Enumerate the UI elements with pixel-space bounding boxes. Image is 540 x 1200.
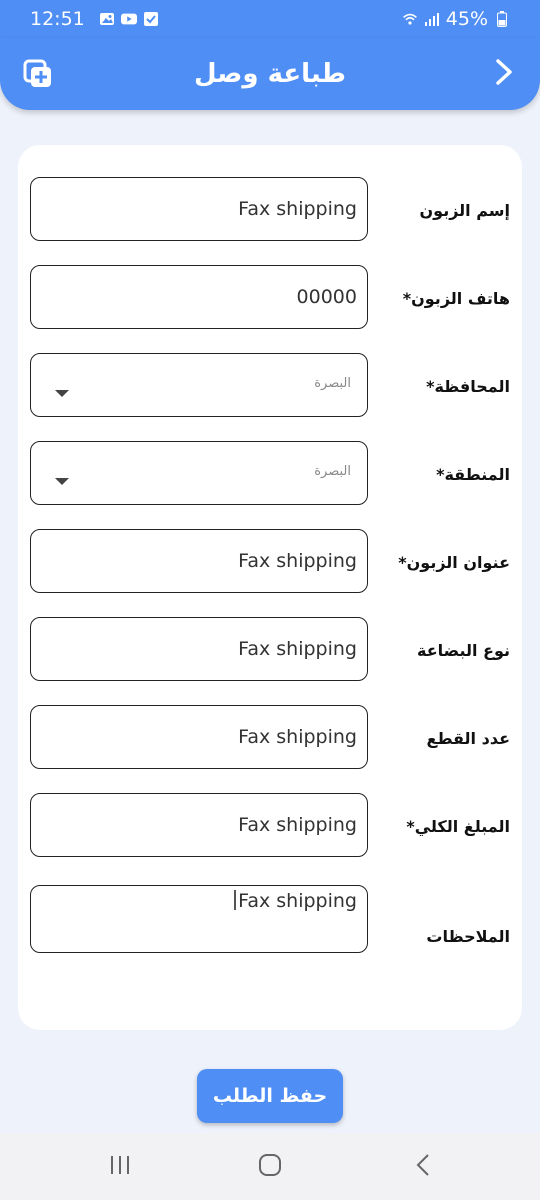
status-left: 12:51 — [30, 8, 159, 30]
battery-icon — [494, 11, 510, 27]
dropdown-arrow-icon — [55, 390, 69, 397]
system-back-button[interactable] — [404, 1151, 444, 1183]
status-bar: 12:51 45% — [0, 0, 540, 38]
goods-type-input[interactable]: Fax shipping — [30, 617, 368, 681]
field-customer-address: Fax shipping عنوان الزبون* — [18, 529, 522, 595]
back-icon — [414, 1153, 434, 1181]
check-box-icon — [143, 11, 159, 27]
recent-apps-button[interactable] — [100, 1151, 140, 1183]
battery-level: 45% — [445, 8, 488, 30]
region-value: البصرة — [314, 464, 351, 479]
back-button[interactable] — [486, 56, 522, 92]
gallery-icon — [99, 11, 115, 27]
pieces-count-input[interactable]: Fax shipping — [30, 705, 368, 769]
region-label: المنطقة* — [436, 464, 510, 484]
customer-phone-label: هاتف الزبون* — [402, 288, 510, 308]
governorate-label: المحافظة* — [426, 376, 510, 396]
text-caret — [234, 890, 237, 910]
customer-name-label: إسم الزبون — [419, 200, 510, 220]
dropdown-arrow-icon — [55, 478, 69, 485]
governorate-value: البصرة — [314, 376, 351, 391]
customer-phone-input[interactable]: 00000 — [30, 265, 368, 329]
region-select[interactable]: البصرة — [30, 441, 368, 505]
status-right: 45% — [402, 8, 510, 30]
form-card: Fax shipping إسم الزبون 00000 هاتف الزبو… — [18, 145, 522, 1030]
field-notes: Fax shipping الملاحظات — [18, 885, 522, 953]
youtube-icon — [120, 11, 137, 27]
notes-textarea[interactable]: Fax shipping — [30, 885, 368, 953]
save-order-button[interactable]: حفظ الطلب — [197, 1069, 343, 1123]
home-icon — [258, 1153, 282, 1181]
field-total-amount: Fax shipping المبلغ الكلي* — [18, 793, 522, 859]
field-goods-type: Fax shipping نوع البضاعة — [18, 617, 522, 683]
field-region: البصرة المنطقة* — [18, 441, 522, 507]
system-nav-bar — [0, 1133, 540, 1200]
customer-phone-value: 00000 — [296, 286, 357, 308]
customer-address-value: Fax shipping — [238, 550, 357, 572]
customer-name-value: Fax shipping — [238, 198, 357, 220]
chevron-right-icon — [492, 57, 516, 91]
field-governorate: البصرة المحافظة* — [18, 353, 522, 419]
wifi-icon — [402, 11, 418, 27]
pieces-count-label: عدد القطع — [426, 728, 510, 748]
field-customer-phone: 00000 هاتف الزبون* — [18, 265, 522, 331]
field-pieces-count: Fax shipping عدد القطع — [18, 705, 522, 771]
app-bar: طباعة وصل — [0, 38, 540, 110]
total-amount-input[interactable]: Fax shipping — [30, 793, 368, 857]
notes-label: الملاحظات — [426, 926, 510, 946]
field-customer-name: Fax shipping إسم الزبون — [18, 177, 522, 243]
goods-type-label: نوع البضاعة — [417, 640, 510, 660]
notes-value: Fax shipping — [238, 890, 357, 912]
home-button[interactable] — [250, 1151, 290, 1183]
goods-type-value: Fax shipping — [238, 638, 357, 660]
customer-name-input[interactable]: Fax shipping — [30, 177, 368, 241]
customer-address-label: عنوان الزبون* — [398, 552, 510, 572]
status-time: 12:51 — [30, 8, 85, 30]
page-title: طباعة وصل — [194, 59, 346, 89]
signal-icon — [424, 11, 440, 27]
recent-apps-icon — [108, 1154, 132, 1180]
governorate-select[interactable]: البصرة — [30, 353, 368, 417]
total-amount-value: Fax shipping — [238, 814, 357, 836]
pieces-count-value: Fax shipping — [238, 726, 357, 748]
total-amount-label: المبلغ الكلي* — [406, 816, 510, 836]
customer-address-input[interactable]: Fax shipping — [30, 529, 368, 593]
